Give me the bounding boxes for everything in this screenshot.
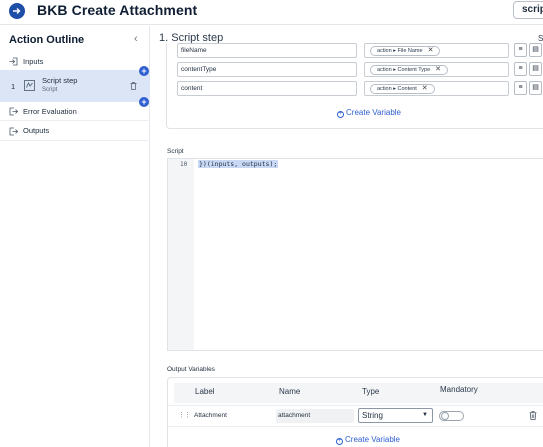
input-variables-card: fileName action ▸ File Name ✕ ≡ ▤ content… bbox=[166, 43, 543, 129]
error-evaluation-icon bbox=[9, 107, 18, 116]
mandatory-toggle[interactable] bbox=[439, 411, 464, 421]
output-variables-card: Label Name Type Mandatory ⋮⋮ Attachment … bbox=[167, 377, 543, 447]
input-variable-value-field[interactable]: action ▸ File Name ✕ bbox=[364, 43, 509, 58]
input-variable-row: fileName action ▸ File Name ✕ ≡ ▤ bbox=[167, 43, 543, 59]
delete-variable-icon[interactable] bbox=[529, 411, 537, 420]
pill-parent: action bbox=[377, 67, 392, 73]
input-variable-name-field[interactable]: fileName bbox=[177, 43, 357, 58]
outline-item-label: Inputs bbox=[23, 57, 44, 66]
step-editor: 1. Script step S fileName action ▸ File … bbox=[151, 26, 543, 447]
inline-script-icon[interactable]: ▤ bbox=[529, 43, 542, 57]
outline-item-outputs[interactable]: Outputs bbox=[0, 122, 150, 141]
inline-script-icon[interactable]: ▤ bbox=[529, 62, 542, 76]
pill-field: Content Type bbox=[397, 67, 431, 73]
create-variable-label: Create Variable bbox=[346, 108, 401, 117]
data-pill[interactable]: action ▸ File Name ✕ bbox=[370, 46, 441, 56]
remove-pill-icon[interactable]: ✕ bbox=[428, 47, 434, 54]
flow-designer-window: BKB Create Attachment script Action Outl… bbox=[0, 0, 543, 447]
outline-item-error-evaluation[interactable]: Error Evaluation bbox=[0, 102, 150, 121]
pill-parent: action bbox=[377, 86, 392, 92]
collapse-icon[interactable]: ‹ bbox=[134, 33, 138, 45]
step-number: 1 bbox=[11, 82, 16, 91]
column-header-label: Label bbox=[195, 387, 215, 396]
data-pill[interactable]: action ▸ Content Type ✕ bbox=[370, 65, 449, 75]
inputs-icon bbox=[9, 57, 18, 66]
app-header: BKB Create Attachment script bbox=[0, 0, 543, 25]
output-variables-label: Output Variables bbox=[167, 366, 215, 373]
type-select-value: String bbox=[362, 411, 383, 420]
step-type-label: Script bbox=[42, 87, 58, 93]
outline-item-inputs[interactable]: Inputs bbox=[0, 53, 150, 71]
input-variable-row: content action ▸ Content ✕ ≡ ▤ bbox=[167, 81, 543, 97]
outline-item-label: Error Evaluation bbox=[23, 107, 77, 116]
output-variable-name-field[interactable]: attachment bbox=[276, 409, 354, 423]
toggle-knob bbox=[441, 412, 449, 420]
script-button[interactable]: script bbox=[513, 1, 543, 19]
input-variable-name-field[interactable]: content bbox=[177, 81, 357, 96]
back-icon[interactable] bbox=[9, 3, 25, 19]
pill-field: File Name bbox=[397, 48, 423, 54]
pill-parent: action bbox=[377, 48, 392, 54]
column-header-mandatory: Mandatory bbox=[440, 385, 478, 394]
script-editor[interactable]: 10 })(inputs, outputs); bbox=[167, 158, 543, 351]
data-pill-picker-icon[interactable]: ≡ bbox=[514, 62, 527, 76]
create-variable-label: Create Variable bbox=[345, 435, 400, 444]
action-outline-panel: Action Outline ‹ Inputs 1 Script step Sc… bbox=[0, 26, 150, 447]
output-variable-label[interactable]: Attachment bbox=[194, 412, 227, 419]
column-header-type: Type bbox=[362, 387, 380, 396]
outline-item-script-step[interactable]: 1 Script step Script bbox=[0, 70, 150, 102]
step-label: Script step bbox=[42, 76, 78, 85]
data-pill-picker-icon[interactable]: ≡ bbox=[514, 81, 527, 95]
column-header-name: Name bbox=[279, 387, 301, 396]
chevron-down-icon: ▼ bbox=[422, 412, 428, 418]
line-number: 10 bbox=[180, 161, 188, 168]
script-icon bbox=[24, 80, 35, 91]
input-variable-row: contentType action ▸ Content Type ✕ ≡ ▤ bbox=[167, 62, 543, 78]
page-title: BKB Create Attachment bbox=[37, 2, 198, 18]
add-circle-icon: + bbox=[337, 111, 344, 118]
drag-handle-icon[interactable]: ⋮⋮ bbox=[178, 411, 191, 419]
output-variable-type-select[interactable]: String ▼ bbox=[358, 408, 433, 423]
script-section-label: Script bbox=[167, 148, 184, 155]
data-pill-picker-icon[interactable]: ≡ bbox=[514, 43, 527, 57]
code-line[interactable]: })(inputs, outputs); bbox=[198, 160, 279, 168]
input-variable-value-field[interactable]: action ▸ Content ✕ bbox=[364, 81, 509, 96]
outline-title: Action Outline bbox=[9, 34, 85, 46]
remove-pill-icon[interactable]: ✕ bbox=[422, 85, 428, 92]
create-output-variable-button[interactable]: + Create Variable bbox=[336, 435, 400, 445]
pill-field: Content bbox=[397, 86, 417, 92]
output-variable-row: ⋮⋮ Attachment attachment String ▼ bbox=[168, 405, 543, 427]
add-step-above-icon[interactable]: + bbox=[139, 66, 149, 76]
outputs-icon bbox=[9, 127, 18, 136]
outline-item-label: Outputs bbox=[23, 126, 50, 135]
line-number-gutter: 10 bbox=[168, 159, 194, 350]
input-variable-value-field[interactable]: action ▸ Content Type ✕ bbox=[364, 62, 509, 77]
output-variables-header: Label Name Type Mandatory bbox=[174, 383, 543, 403]
data-pill[interactable]: action ▸ Content ✕ bbox=[370, 84, 435, 94]
step-title-right: S bbox=[538, 34, 543, 43]
input-variable-name-field[interactable]: contentType bbox=[177, 62, 357, 77]
inline-script-icon[interactable]: ▤ bbox=[529, 81, 542, 95]
delete-step-icon[interactable] bbox=[130, 82, 137, 90]
add-circle-icon: + bbox=[336, 438, 343, 445]
create-input-variable-button[interactable]: + Create Variable bbox=[337, 108, 401, 118]
remove-pill-icon[interactable]: ✕ bbox=[435, 66, 441, 73]
